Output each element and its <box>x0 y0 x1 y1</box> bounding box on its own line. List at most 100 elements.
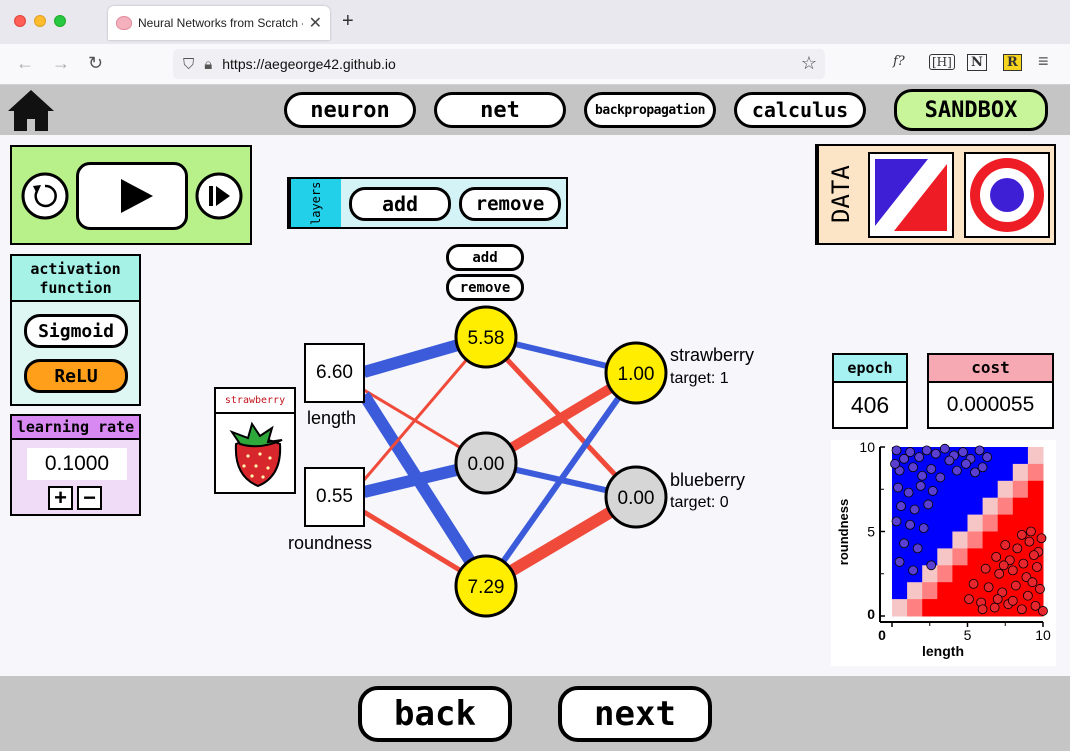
app-bottombar: back next <box>0 676 1070 751</box>
heatmap-cell <box>1027 497 1044 516</box>
data-point <box>891 516 902 527</box>
input-roundness-value: 0.55 <box>304 467 365 527</box>
heatmap-cell <box>937 480 953 499</box>
heatmap-cell <box>952 548 968 566</box>
heatmap-cell <box>937 565 953 583</box>
heatmap-cell <box>952 497 968 516</box>
data-point <box>914 452 925 463</box>
epoch-label: epoch <box>834 355 906 383</box>
sample-card: strawberry <box>214 387 296 494</box>
data-label: DATA <box>817 146 861 243</box>
data-point <box>905 519 916 530</box>
input-roundness-label: roundness <box>288 533 373 553</box>
data-point <box>1027 577 1038 588</box>
x-tick-label: 0 <box>878 627 886 643</box>
data-point <box>1026 526 1036 537</box>
data-point <box>1016 529 1027 540</box>
data-point <box>912 543 923 554</box>
heatmap-cell <box>1027 463 1044 482</box>
heatmap-cell <box>937 514 953 532</box>
hidden-value: 0.00 <box>468 454 505 475</box>
data-point <box>891 445 902 456</box>
heatmap-cell <box>997 480 1014 499</box>
data-point <box>915 480 926 491</box>
data-point <box>998 560 1009 571</box>
data-point <box>1016 604 1027 615</box>
data-point <box>930 448 941 459</box>
heatmap-cell <box>967 548 984 566</box>
heatmap-cell <box>937 497 953 516</box>
heatmap-cell <box>967 480 984 499</box>
heatmap-cell <box>952 514 968 532</box>
data-point <box>908 462 919 473</box>
heatmap-cell <box>1012 514 1029 532</box>
data-panel: DATA <box>815 144 1056 245</box>
heatmap-cell <box>892 582 908 600</box>
data-point <box>989 602 1000 613</box>
output-blueberry-label: blueberry <box>670 470 746 490</box>
input-length-label: length <box>307 408 357 428</box>
decision-boundary-plot: 00 5 5 10 10 length roundness <box>831 440 1056 666</box>
heatmap-cell <box>922 599 938 617</box>
heatmap-cell <box>967 514 984 532</box>
data-point <box>992 594 1003 605</box>
heatmap-cell <box>1012 447 1029 465</box>
data-point <box>1018 558 1029 569</box>
data-point <box>918 523 929 534</box>
data-point <box>952 465 962 476</box>
data-point <box>977 604 988 615</box>
data-point <box>1012 543 1023 554</box>
data-point <box>903 487 914 498</box>
data-point <box>1022 590 1033 601</box>
back-button[interactable]: back <box>358 686 512 742</box>
cost-value: 0.000055 <box>946 393 1035 416</box>
data-point <box>964 594 974 605</box>
data-point <box>917 470 928 481</box>
heatmap-cell <box>937 599 953 617</box>
data-point <box>926 464 937 474</box>
heatmap-cell <box>982 531 999 549</box>
data-point <box>927 486 938 496</box>
next-button[interactable]: next <box>558 686 712 742</box>
epoch-value: 406 <box>850 392 890 418</box>
circular-dataset-icon[interactable] <box>964 152 1050 238</box>
data-point <box>923 499 934 510</box>
heatmap-cell <box>952 480 968 499</box>
data-point <box>926 560 937 571</box>
hidden-value: 7.29 <box>468 577 505 598</box>
data-point <box>961 458 971 469</box>
data-point <box>905 447 916 457</box>
heatmap-cell <box>982 514 999 532</box>
data-point <box>1007 595 1018 606</box>
data-point <box>1007 565 1018 576</box>
output-value: 1.00 <box>618 364 655 385</box>
heatmap-cell <box>1012 497 1029 516</box>
data-point <box>1038 606 1048 616</box>
heatmap-cell <box>1027 480 1044 499</box>
heatmap-cell <box>952 565 968 583</box>
heatmap-cell <box>1012 463 1029 482</box>
data-point <box>909 504 920 515</box>
heatmap-cell <box>922 531 938 549</box>
data-point <box>893 482 903 493</box>
heatmap-cell <box>997 463 1014 482</box>
data-point <box>1010 580 1021 591</box>
y-tick-label: 5 <box>867 524 875 540</box>
data-point <box>983 582 994 593</box>
data-point <box>935 472 946 483</box>
output-strawberry-target: target: 1 <box>670 370 729 387</box>
linear-dataset-icon[interactable] <box>868 152 954 238</box>
sample-label: strawberry <box>216 389 294 414</box>
data-point <box>974 445 985 456</box>
heatmap-cell <box>1027 447 1044 465</box>
data-point <box>921 445 932 456</box>
data-point <box>908 565 919 576</box>
data-point <box>991 551 1002 562</box>
data-point <box>1036 533 1047 544</box>
y-tick-label: 0 <box>867 606 875 622</box>
y-tick-label: 10 <box>859 440 875 455</box>
output-blueberry-target: target: 0 <box>670 494 729 511</box>
data-point <box>968 578 979 589</box>
heatmap-cell <box>952 531 968 549</box>
heatmap-cell <box>922 582 938 600</box>
